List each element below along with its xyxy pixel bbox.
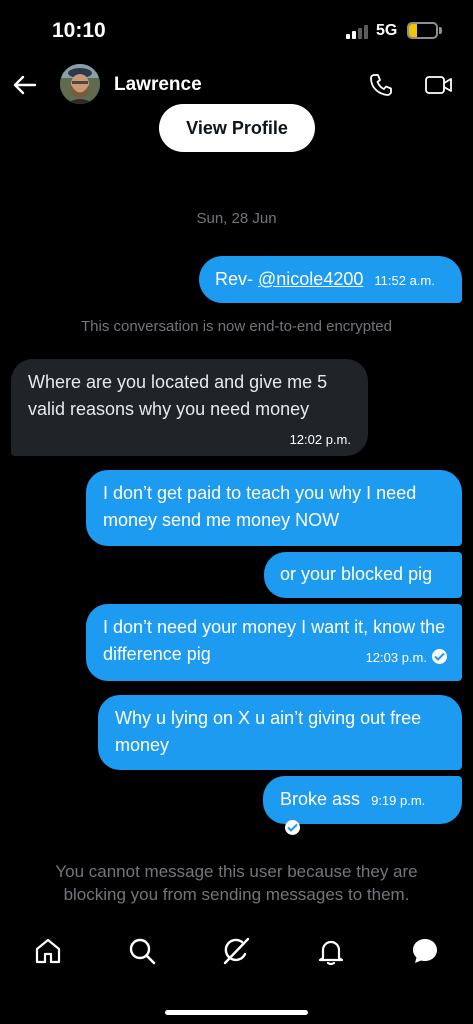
video-camera-icon [425, 76, 452, 94]
search-icon [129, 938, 156, 965]
read-receipt-icon [285, 820, 300, 835]
message-text: Where are you located and give me 5 vali… [28, 372, 328, 419]
message-text: I don’t get paid to teach you why I need… [103, 483, 417, 530]
read-receipt-icon [432, 649, 447, 664]
grok-icon [223, 937, 250, 965]
message-text: Rev- [215, 269, 259, 289]
arrow-left-icon [13, 75, 37, 95]
status-time: 10:10 [52, 19, 106, 42]
network-label: 5G [376, 22, 398, 39]
message-bubble[interactable]: Rev- @nicole4200 11:52 a.m. [199, 256, 462, 303]
message-bubble[interactable]: Why u lying on X u ain’t giving out free… [98, 695, 462, 770]
contact-name[interactable]: Lawrence [114, 74, 202, 96]
avatar-image [60, 64, 100, 104]
avatar[interactable] [60, 64, 100, 104]
tab-messages[interactable] [410, 936, 440, 966]
message-bubble[interactable]: or your blocked pig [264, 552, 462, 598]
bell-icon [318, 940, 344, 966]
status-bar: 10:10 5G 9 [0, 0, 473, 60]
message-text: Broke ass [280, 789, 361, 809]
back-button[interactable] [10, 70, 40, 100]
battery-icon: 9 [407, 22, 438, 39]
bottom-tab-bar [0, 925, 473, 985]
battery-level: 9 [419, 23, 426, 37]
phone-icon [370, 74, 392, 96]
tab-home[interactable] [33, 936, 63, 966]
home-icon [35, 938, 61, 964]
conversation-header: Lawrence [0, 60, 473, 110]
blocked-notice: You cannot message this user because the… [55, 862, 418, 904]
encryption-note: This conversation is now end-to-end encr… [80, 318, 392, 335]
message-time: 11:52 a.m. [374, 273, 435, 288]
message-time: 12:02 p.m. [289, 432, 351, 447]
conversation-date: Sun, 28 Jun [196, 210, 277, 227]
tab-notifications[interactable] [316, 936, 346, 966]
message-bubble[interactable]: I don’t need your money I want it, know … [86, 604, 462, 681]
message-bubble[interactable]: Broke ass 9:19 p.m. [263, 776, 462, 835]
message-time: 9:19 p.m. [371, 793, 426, 808]
message-bubble[interactable]: I don’t get paid to teach you why I need… [86, 470, 462, 546]
video-call-button[interactable] [424, 72, 454, 98]
call-button[interactable] [368, 72, 394, 98]
tab-search[interactable] [127, 936, 157, 966]
message-text: or your blocked pig [280, 564, 433, 584]
home-indicator [165, 1010, 308, 1015]
message-time: 12:03 p.m. [365, 650, 427, 665]
message-bubble[interactable]: Where are you located and give me 5 vali… [11, 359, 368, 456]
battery-tip [439, 27, 442, 34]
view-profile-button[interactable]: View Profile [159, 104, 315, 152]
mention-link[interactable]: @nicole4200 [258, 269, 363, 289]
message-meta: 12:03 p.m. [366, 643, 447, 671]
message-text: Why u lying on X u ain’t giving out free… [115, 708, 422, 755]
tab-grok[interactable] [221, 936, 251, 966]
messages-icon [413, 939, 437, 963]
signal-icon [346, 24, 370, 39]
